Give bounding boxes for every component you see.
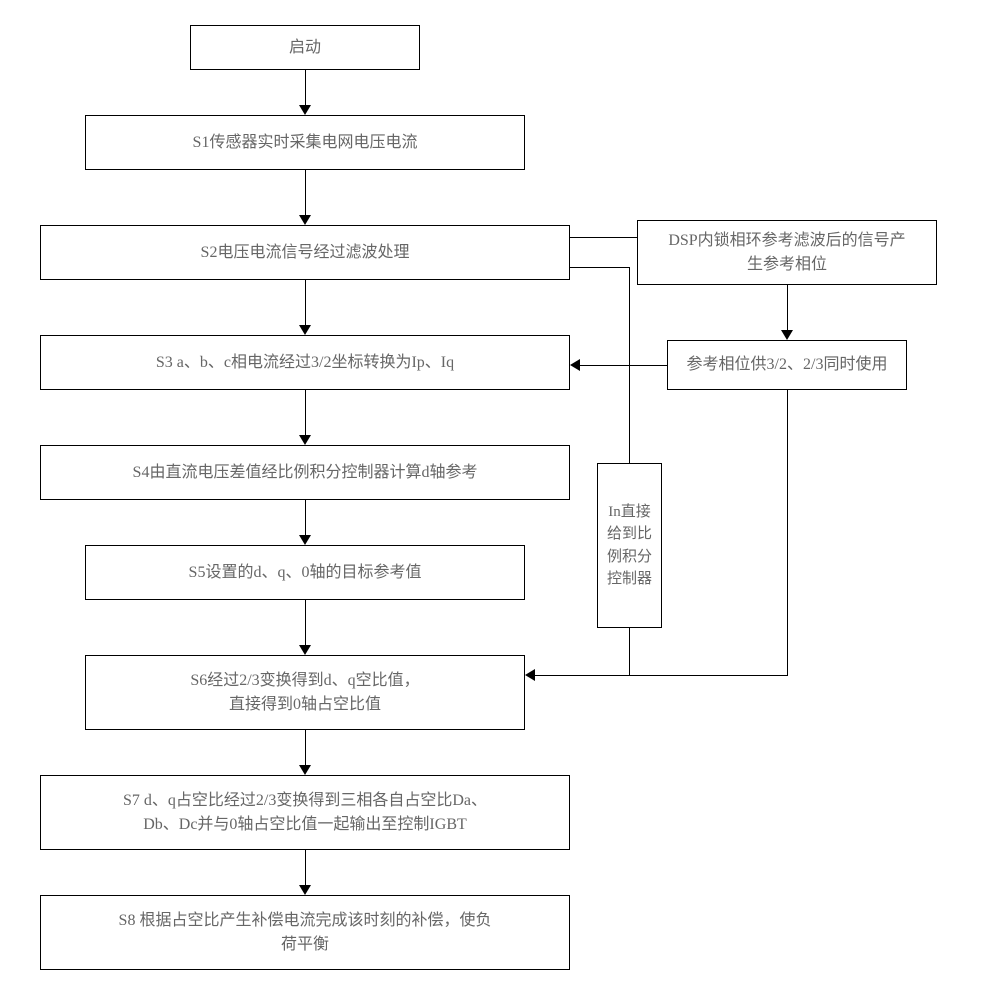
arrow-ref-down — [787, 390, 788, 675]
arrow-s2-dsp — [570, 237, 637, 238]
arrow-in-s6 — [629, 628, 630, 675]
ref-text: 参考相位供3/2、2/3同时使用 — [687, 353, 888, 377]
s5-text: S5设置的d、q、0轴的目标参考值 — [189, 561, 422, 585]
s2-text: S2电压电流信号经过滤波处理 — [201, 241, 410, 265]
arrowhead-s1-s2 — [299, 215, 311, 225]
arrow-ref-s6-h — [535, 675, 788, 676]
arrowhead-s2-s3 — [299, 325, 311, 335]
s4-text: S4由直流电压差值经比例积分控制器计算d轴参考 — [133, 461, 478, 485]
s4-box: S4由直流电压差值经比例积分控制器计算d轴参考 — [40, 445, 570, 500]
arrow-start-s1 — [305, 70, 306, 110]
s3-text: S3 a、b、c相电流经过3/2坐标转换为Ip、Iq — [156, 351, 454, 375]
arrowhead-s7-s8 — [299, 885, 311, 895]
arrow-s1-s2 — [305, 170, 306, 220]
s8-box: S8 根据占空比产生补偿电流完成该时刻的补偿，使负 荷平衡 — [40, 895, 570, 970]
dsp-text: DSP内锁相环参考滤波后的信号产 生参考相位 — [668, 229, 905, 277]
arrow-s7-s8 — [305, 850, 306, 890]
arrowhead-ref-s3 — [570, 359, 580, 371]
s2-box: S2电压电流信号经过滤波处理 — [40, 225, 570, 280]
arrow-s2-in-h — [570, 267, 629, 268]
s6-text: S6经过2/3变换得到d、q空比值， 直接得到0轴占空比值 — [190, 669, 419, 717]
in-ctrl-text: In直接 给到比 例积分 控制器 — [607, 501, 652, 591]
flowchart-container: 启动 S1传感器实时采集电网电压电流 S2电压电流信号经过滤波处理 S3 a、b… — [40, 25, 941, 975]
arrow-s3-s4 — [305, 390, 306, 440]
arrow-s4-s5 — [305, 500, 306, 540]
s8-text: S8 根据占空比产生补偿电流完成该时刻的补偿，使负 荷平衡 — [119, 909, 492, 957]
arrowhead-s4-s5 — [299, 535, 311, 545]
dsp-box: DSP内锁相环参考滤波后的信号产 生参考相位 — [637, 220, 937, 285]
s7-box: S7 d、q占空比经过2/3变换得到三相各自占空比Da、 Db、Dc并与0轴占空… — [40, 775, 570, 850]
s7-text: S7 d、q占空比经过2/3变换得到三相各自占空比Da、 Db、Dc并与0轴占空… — [123, 789, 487, 837]
arrow-s2-in-v — [629, 267, 630, 463]
arrowhead-s3-s4 — [299, 435, 311, 445]
s1-box: S1传感器实时采集电网电压电流 — [85, 115, 525, 170]
arrow-s5-s6 — [305, 600, 306, 650]
arrow-dsp-ref — [787, 285, 788, 335]
start-box: 启动 — [190, 25, 420, 70]
start-text: 启动 — [289, 36, 321, 60]
arrowhead-start-s1 — [299, 105, 311, 115]
arrowhead-dsp-ref — [781, 330, 793, 340]
arrowhead-s5-s6 — [299, 645, 311, 655]
arrowhead-ref-s6 — [525, 669, 535, 681]
arrow-s6-s7 — [305, 730, 306, 770]
s1-text: S1传感器实时采集电网电压电流 — [193, 131, 418, 155]
s5-box: S5设置的d、q、0轴的目标参考值 — [85, 545, 525, 600]
arrow-s2-s3 — [305, 280, 306, 330]
s6-box: S6经过2/3变换得到d、q空比值， 直接得到0轴占空比值 — [85, 655, 525, 730]
in-ctrl-box: In直接 给到比 例积分 控制器 — [597, 463, 662, 628]
arrowhead-s6-s7 — [299, 765, 311, 775]
ref-box: 参考相位供3/2、2/3同时使用 — [667, 340, 907, 390]
s3-box: S3 a、b、c相电流经过3/2坐标转换为Ip、Iq — [40, 335, 570, 390]
arrow-ref-s3 — [580, 365, 667, 366]
